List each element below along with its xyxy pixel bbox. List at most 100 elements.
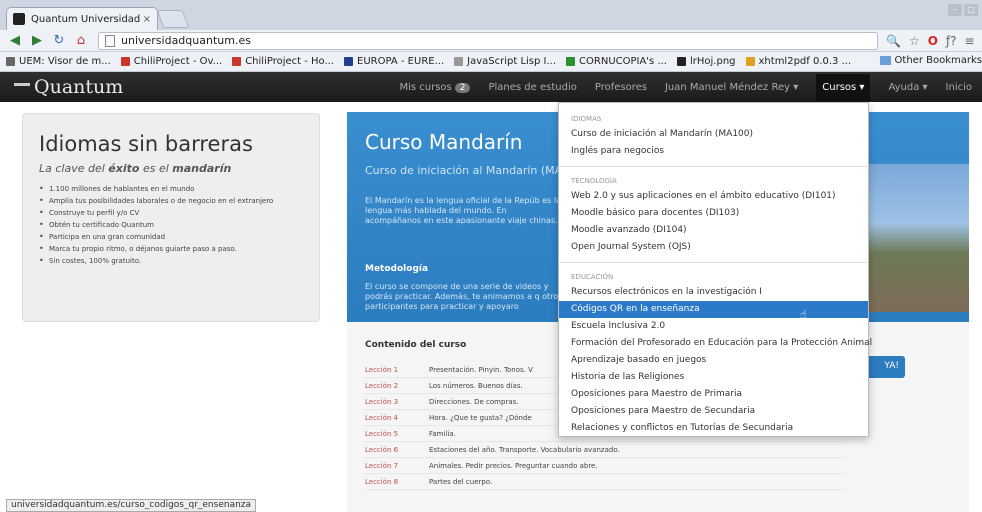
menu-section-header: TECNOLOGÍA <box>571 177 617 185</box>
lesson-row: Lección 7 Animales. Pedir precios. Pregun… <box>365 458 845 474</box>
back-arrow-icon[interactable]: ◀ <box>6 32 24 50</box>
lesson-topic: Animales. Pedir precios. Preguntar cuand… <box>429 461 598 470</box>
course-title: Curso Mandarín <box>365 130 523 154</box>
bookmark-label: EUROPA - EURE... <box>357 56 445 67</box>
menu-item-course[interactable]: Aprendizaje basado en juegos <box>559 352 868 369</box>
lesson-row: Lección 8 Partes del cuerpo. <box>365 474 845 490</box>
nav-user-menu[interactable]: Juan Manuel Méndez Rey ▾ <box>665 82 798 93</box>
metodologia-text: El curso se compone de una serie de vide… <box>365 282 563 311</box>
bookmark-item[interactable]: ChiliProject - Ho... <box>232 56 334 67</box>
menu-item-course[interactable]: Open Journal System (OJS) <box>559 239 868 256</box>
menu-item-course[interactable]: Web 2.0 y sus aplicaciones en el ámbito … <box>559 188 868 205</box>
bookmark-item[interactable]: lrHoj.png <box>676 56 736 67</box>
menu-section-header: IDIOMAS <box>571 115 602 123</box>
lesson-topic: Hora. ¿Que te gusta? ¿Dónde <box>429 413 532 422</box>
lesson-link[interactable]: Lección 6 <box>365 446 429 454</box>
tab-close-icon[interactable]: × <box>143 14 151 25</box>
page-icon <box>105 34 115 47</box>
menu-item-course[interactable]: Escuela Inclusiva 2.0 <box>559 318 868 335</box>
bookmark-favicon-icon <box>6 57 15 66</box>
menu-item-course[interactable]: Historia de las Religiones <box>559 369 868 386</box>
new-tab-button[interactable] <box>156 10 190 28</box>
nav-mis-cursos[interactable]: Mis cursos 2 <box>399 81 471 93</box>
menu-icon[interactable]: ≡ <box>965 34 975 48</box>
hero-bullet: Construye tu perfil y/o CV <box>39 208 303 217</box>
nav-mis-cursos-label: Mis cursos <box>399 81 452 93</box>
menu-item-course[interactable]: Códigos QR en la enseñanza <box>559 301 868 318</box>
nav-planes[interactable]: Planes de estudio <box>488 82 576 93</box>
brand-logo[interactable]: Quantum <box>14 76 123 98</box>
menu-item-course[interactable]: Moodle avanzado (DI104) <box>559 222 868 239</box>
course-photo <box>867 164 969 312</box>
nav-profesores[interactable]: Profesores <box>595 82 647 93</box>
lesson-link[interactable]: Lección 1 <box>365 366 429 374</box>
nav-inicio[interactable]: Inicio <box>946 82 972 93</box>
address-bar[interactable]: universidadquantum.es <box>98 31 878 50</box>
lesson-link[interactable]: Lección 5 <box>365 430 429 438</box>
tagline-bold: éxito <box>108 162 140 175</box>
bookmark-label: ChiliProject - Ho... <box>245 56 335 67</box>
bookmark-item[interactable]: JavaScript Lisp I... <box>454 56 556 67</box>
function-icon[interactable]: ƒ? <box>946 34 957 48</box>
menu-item-course[interactable]: Moodle básico para docentes (DI103) <box>559 205 868 222</box>
menu-item-course[interactable]: Oposiciones para Maestro de Secundaria <box>559 403 868 420</box>
reload-icon[interactable]: ↻ <box>50 32 68 50</box>
hero-bullet: Participa en una gran comunidad <box>39 232 303 241</box>
bookmark-item[interactable]: ChiliProject - Ov... <box>120 56 223 67</box>
lesson-topic: Estaciones del año. Transporte. Vocabula… <box>429 445 620 454</box>
hero-bullet: Obtén tu certificado Quantum <box>39 220 303 229</box>
status-bar-url: universidadquantum.es/curso_codigos_qr_e… <box>6 499 257 512</box>
minimize-icon[interactable]: – <box>948 4 962 16</box>
menu-item-course[interactable]: Recursos electrónicos en la investigació… <box>559 284 868 301</box>
nav-cursos[interactable]: Cursos ▾ <box>816 73 871 101</box>
bookmark-label: CORNUCOPIA's ... <box>579 56 667 67</box>
lesson-topic: Direcciones. De compras. <box>429 397 519 406</box>
menu-item-course[interactable]: Curso de iniciación al Mandarín (MA100) <box>559 126 868 143</box>
opera-icon[interactable]: O <box>928 34 938 48</box>
bookmark-label: xhtml2pdf 0.0.3 ... <box>758 56 852 67</box>
menu-item-course[interactable]: Inglés para negocios <box>559 143 868 160</box>
lesson-link[interactable]: Lección 2 <box>365 382 429 390</box>
menu-divider <box>559 262 868 263</box>
menu-item-course[interactable]: Oposiciones para Maestro de Primaria <box>559 386 868 403</box>
bookmark-item[interactable]: xhtml2pdf 0.0.3 ... <box>745 56 852 67</box>
hero-bullet: Sin costes, 100% gratuito. <box>39 256 303 265</box>
lesson-link[interactable]: Lección 8 <box>365 478 429 486</box>
course-subtitle: Curso de iniciación al Mandarín (MA <box>365 164 563 177</box>
menu-item-course[interactable]: Formación del Profesorado en Educación p… <box>559 335 872 352</box>
bookmark-favicon-icon <box>676 57 686 66</box>
menu-section-header: EDUCACIÓN <box>571 273 614 281</box>
zoom-icon[interactable]: 🔍 <box>886 34 901 48</box>
lesson-topic: Partes del cuerpo. <box>429 477 493 486</box>
menu-divider <box>559 166 868 167</box>
other-bookmarks[interactable]: Other Bookmarks <box>879 55 982 66</box>
forward-arrow-icon[interactable]: ▶ <box>28 32 46 50</box>
browser-tab[interactable]: Quantum Universidad × <box>6 7 158 30</box>
star-icon[interactable]: ☆ <box>909 34 920 48</box>
bookmark-item[interactable]: CORNUCOPIA's ... <box>566 56 667 67</box>
lesson-topic: Presentación. Pinyin. Tonos. V <box>429 365 533 374</box>
menu-item-course[interactable]: Relaciones y conflictos en Tutorías de S… <box>559 420 868 437</box>
other-bookmarks-label: Other Bookmarks <box>894 55 982 66</box>
bookmark-favicon-icon <box>454 57 464 66</box>
lesson-link[interactable]: Lección 4 <box>365 414 429 422</box>
maximize-icon[interactable]: ▢ <box>964 4 978 16</box>
nav-ayuda[interactable]: Ayuda ▾ <box>888 82 927 93</box>
bookmark-favicon-icon <box>566 57 576 66</box>
courses-count-badge: 2 <box>454 82 471 93</box>
tagline-bold: mandarín <box>172 162 232 175</box>
site-favicon-icon <box>13 13 25 25</box>
window-controls: – ▢ <box>948 4 978 16</box>
browser-toolbar: ◀ ▶ ↻ ⌂ universidadquantum.es 🔍 ☆ O ƒ? ≡ <box>0 30 982 52</box>
lesson-link[interactable]: Lección 3 <box>365 398 429 406</box>
metodologia-heading: Metodología <box>365 264 429 274</box>
lesson-link[interactable]: Lección 7 <box>365 462 429 470</box>
bookmark-item[interactable]: UEM: Visor de m... <box>6 56 111 67</box>
bookmark-item[interactable]: EUROPA - EURE... <box>344 56 444 67</box>
bookmark-label: ChiliProject - Ov... <box>133 56 223 67</box>
site-navbar: Quantum Mis cursos 2 Planes de estudio Pr… <box>0 72 982 102</box>
hero-tagline: La clave del éxito es el mandarín <box>39 162 303 175</box>
tagline-part: es el <box>139 162 173 175</box>
hand-cursor-icon: ☝ <box>800 308 807 321</box>
home-icon[interactable]: ⌂ <box>72 32 90 50</box>
